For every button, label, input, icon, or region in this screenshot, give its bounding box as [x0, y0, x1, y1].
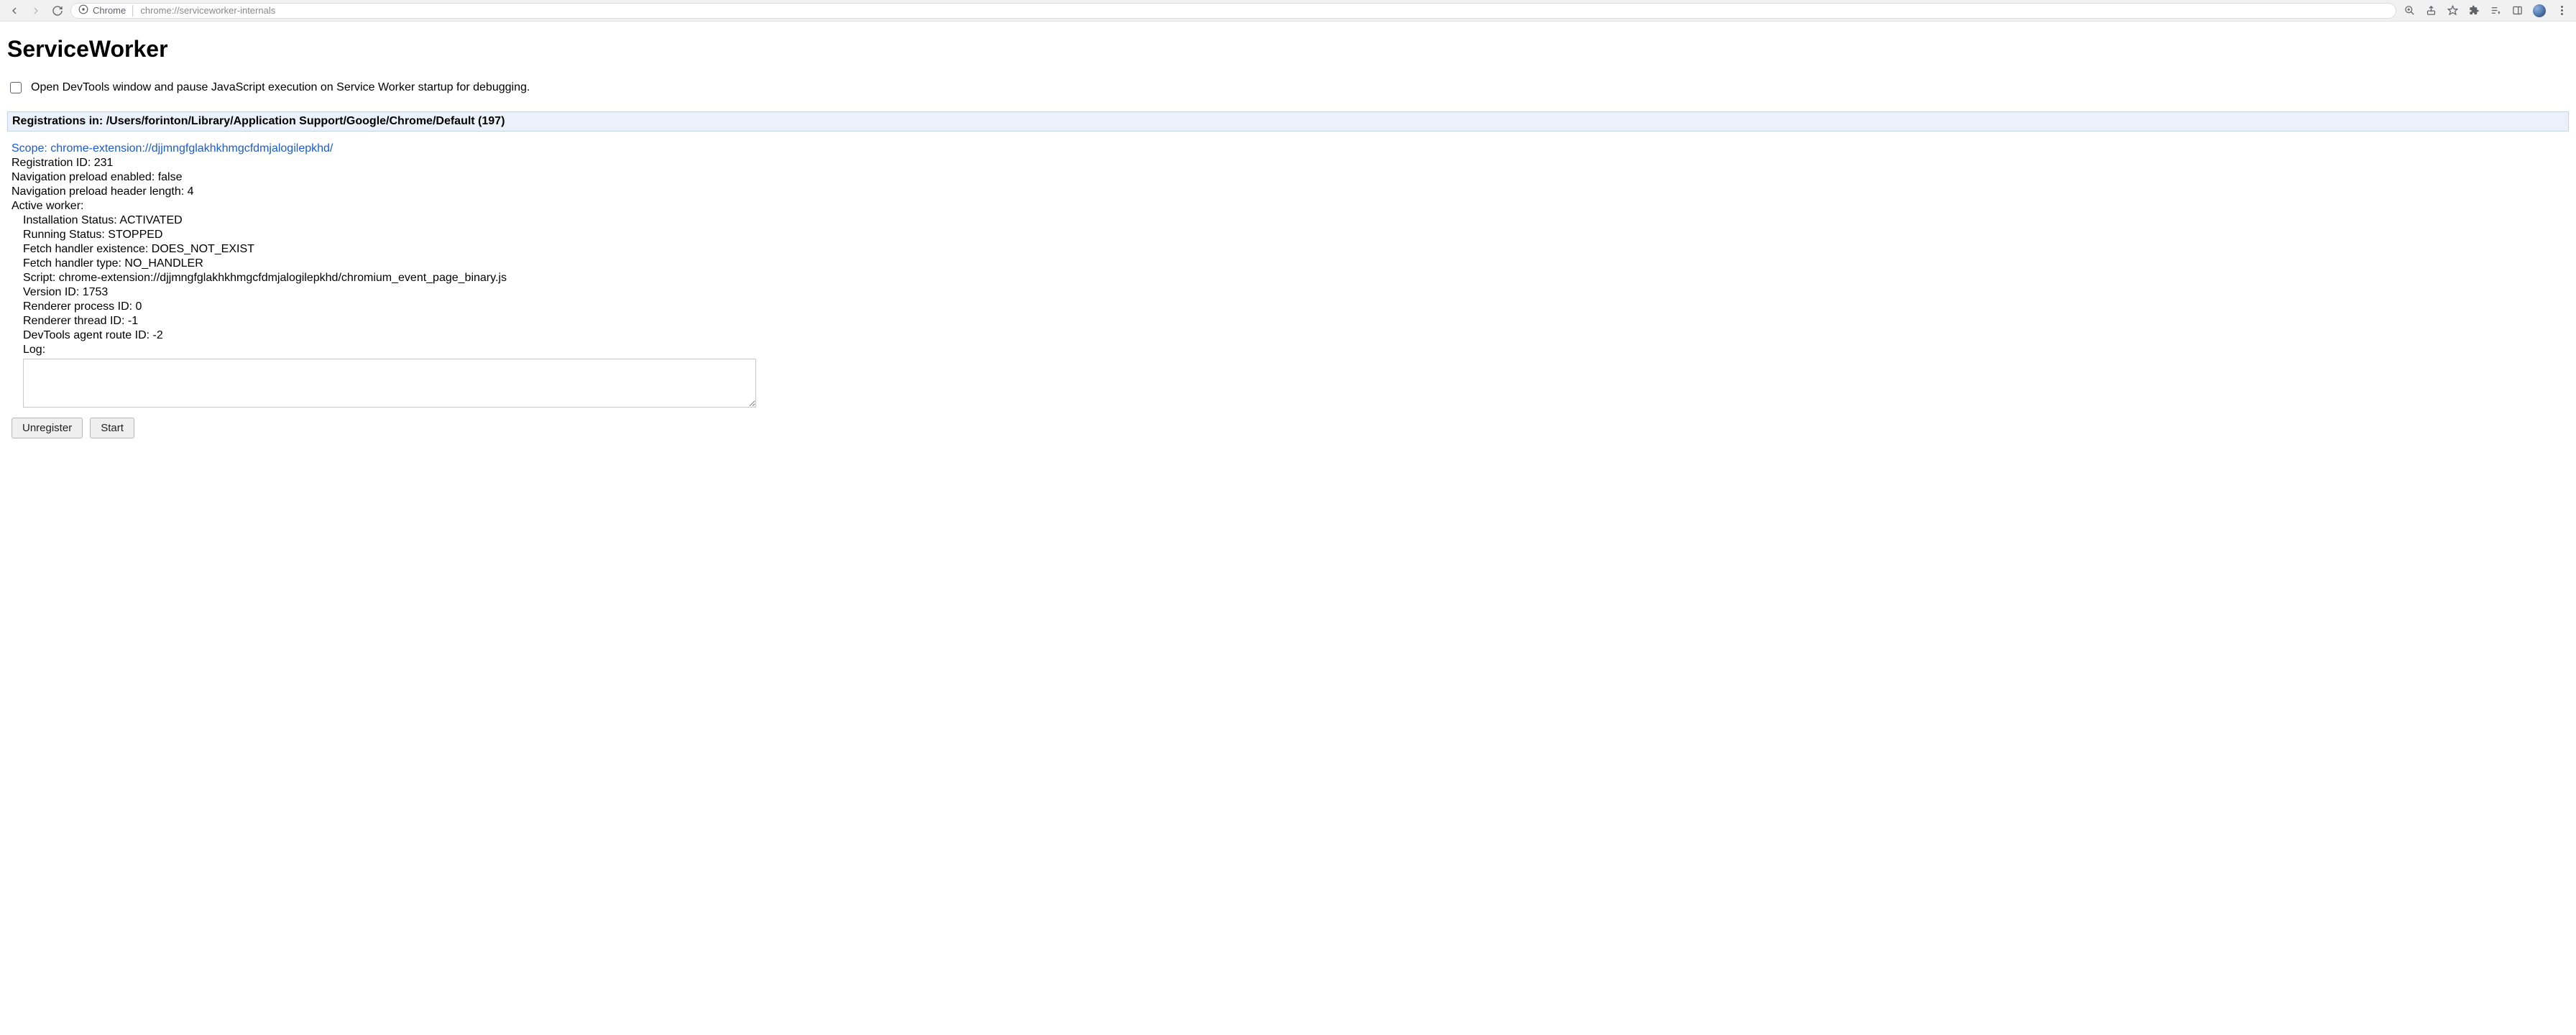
share-icon[interactable]	[2425, 5, 2437, 17]
profile-avatar-icon[interactable]	[2533, 4, 2546, 17]
fetch-type-value: NO_HANDLER	[124, 257, 203, 270]
scope-url: chrome-extension://djjmngfglakhkhmgcfdmj…	[50, 142, 333, 155]
page-content: ServiceWorker Open DevTools window and p…	[0, 22, 2576, 464]
section-profile-path: /Users/forinton/Library/Application Supp…	[106, 115, 475, 127]
nav-preload-enabled-row: Navigation preload enabled: false	[12, 170, 2564, 185]
devtools-route-label: DevTools agent route ID:	[23, 329, 153, 341]
section-count: (197)	[475, 115, 505, 127]
devtools-route-value: -2	[153, 329, 163, 341]
address-bar-wrap: Chrome │ chrome://serviceworker-internal…	[70, 3, 2396, 19]
address-host: Chrome	[93, 5, 126, 16]
bookmark-star-icon[interactable]	[2447, 5, 2458, 17]
renderer-pid-value: 0	[136, 300, 142, 313]
registration-id-value: 231	[94, 157, 114, 169]
install-status-label: Installation Status:	[23, 214, 119, 226]
running-status-row: Running Status: STOPPED	[23, 228, 2564, 242]
scope-label: Scope:	[12, 142, 50, 155]
back-icon[interactable]	[9, 5, 20, 17]
version-id-label: Version ID:	[23, 286, 83, 298]
nav-preload-header-len-label: Navigation preload header length:	[12, 185, 188, 198]
browser-toolbar: Chrome │ chrome://serviceworker-internal…	[0, 0, 2576, 22]
renderer-tid-label: Renderer thread ID:	[23, 315, 128, 327]
zoom-icon[interactable]	[2404, 5, 2415, 17]
install-status-row: Installation Status: ACTIVATED	[23, 213, 2564, 228]
site-info-icon[interactable]	[78, 4, 88, 17]
renderer-pid-label: Renderer process ID:	[23, 300, 136, 313]
debug-on-start-label: Open DevTools window and pause JavaScrip…	[31, 81, 530, 94]
log-label: Log:	[23, 343, 2564, 357]
entry-actions: Unregister Start	[12, 418, 2564, 438]
section-header-prefix: Registrations in:	[12, 115, 106, 127]
log-textarea[interactable]	[23, 359, 756, 408]
address-separator: │	[130, 5, 136, 16]
version-id-row: Version ID: 1753	[23, 285, 2564, 300]
nav-preload-enabled-value: false	[158, 171, 183, 183]
fetch-existence-label: Fetch handler existence:	[23, 243, 152, 255]
script-row: Script: chrome-extension://djjmngfglakhk…	[23, 271, 2564, 285]
running-status-label: Running Status:	[23, 229, 108, 241]
nav-preload-header-len-value: 4	[188, 185, 194, 198]
fetch-type-row: Fetch handler type: NO_HANDLER	[23, 257, 2564, 271]
script-label: Script:	[23, 272, 59, 284]
renderer-tid-value: -1	[128, 315, 138, 327]
fetch-existence-row: Fetch handler existence: DOES_NOT_EXIST	[23, 242, 2564, 257]
nav-buttons	[9, 5, 63, 17]
extensions-icon[interactable]	[2468, 5, 2480, 17]
registration-entry: Scope: chrome-extension://djjmngfglakhkh…	[7, 132, 2569, 443]
version-id-value: 1753	[83, 286, 109, 298]
active-worker-label: Active worker:	[12, 199, 2564, 213]
start-button[interactable]: Start	[90, 418, 134, 438]
forward-icon[interactable]	[30, 5, 42, 17]
menu-icon[interactable]	[2556, 5, 2567, 17]
page-title: ServiceWorker	[7, 36, 2569, 63]
renderer-pid-row: Renderer process ID: 0	[23, 300, 2564, 314]
active-worker-details: Installation Status: ACTIVATED Running S…	[12, 213, 2564, 408]
toolbar-right	[2404, 4, 2567, 17]
install-status-value: ACTIVATED	[119, 214, 182, 226]
devtools-route-row: DevTools agent route ID: -2	[23, 328, 2564, 343]
script-value: chrome-extension://djjmngfglakhkhmgcfdmj…	[59, 272, 507, 284]
debug-option-row: Open DevTools window and pause JavaScrip…	[7, 80, 2569, 96]
media-controls-icon[interactable]	[2490, 5, 2501, 17]
reload-icon[interactable]	[52, 5, 63, 17]
registrations-section-header: Registrations in: /Users/forinton/Librar…	[7, 111, 2569, 132]
debug-on-start-checkbox[interactable]	[10, 82, 22, 93]
nav-preload-enabled-label: Navigation preload enabled:	[12, 171, 158, 183]
nav-preload-header-len-row: Navigation preload header length: 4	[12, 185, 2564, 199]
fetch-type-label: Fetch handler type:	[23, 257, 124, 270]
unregister-button[interactable]: Unregister	[12, 418, 83, 438]
address-bar[interactable]: Chrome │ chrome://serviceworker-internal…	[70, 3, 2396, 19]
running-status-value: STOPPED	[108, 229, 162, 241]
scope-row: Scope: chrome-extension://djjmngfglakhkh…	[12, 142, 2564, 156]
renderer-tid-row: Renderer thread ID: -1	[23, 314, 2564, 328]
address-url: chrome://serviceworker-internals	[140, 5, 275, 16]
fetch-existence-value: DOES_NOT_EXIST	[152, 243, 254, 255]
registration-id-row: Registration ID: 231	[12, 156, 2564, 170]
registration-id-label: Registration ID:	[12, 157, 94, 169]
side-panel-icon[interactable]	[2511, 5, 2523, 17]
